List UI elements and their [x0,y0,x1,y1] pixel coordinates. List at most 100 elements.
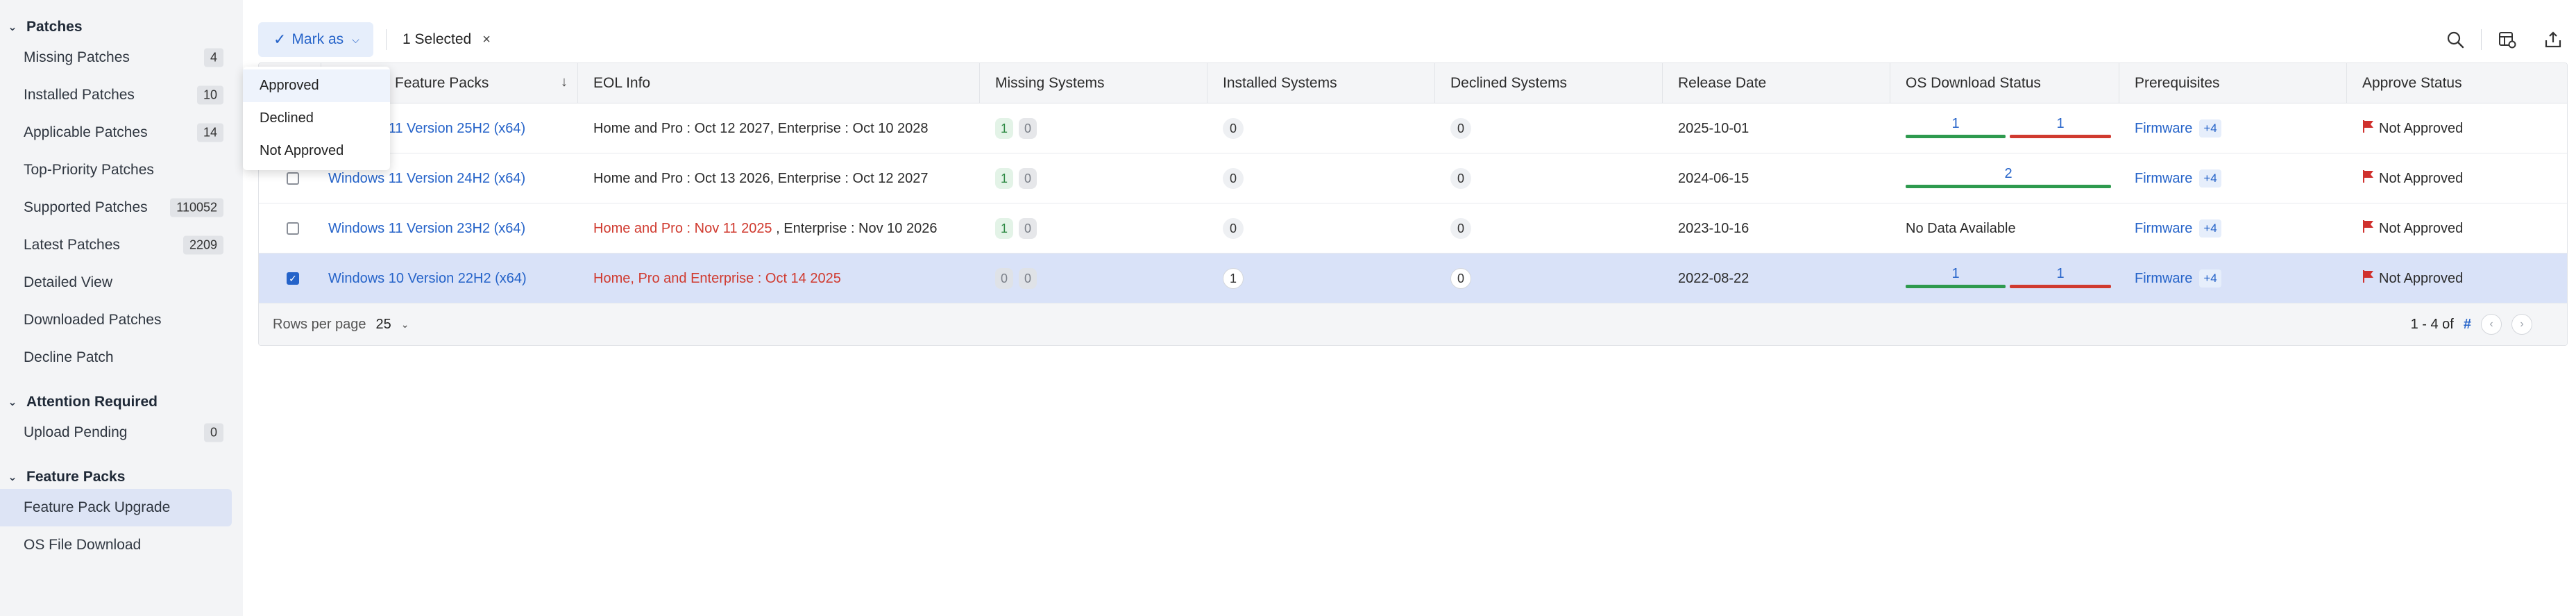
total-count-link[interactable]: # [2464,317,2471,333]
approve-cell: Not Approved [2347,253,2567,303]
sidebar-item-label: Downloaded Patches [24,312,162,328]
selection-indicator: 1 Selected × [402,22,491,57]
sidebar-item-detailed-view[interactable]: Detailed View [0,264,243,301]
os-download-bar[interactable]: 2 [1906,165,2111,192]
os-download-bar[interactable]: 1 1 [1906,265,2111,292]
rows-per-page-select[interactable]: 25 [376,317,391,333]
feature-pack-link[interactable]: Windows 11 Version 24H2 (x64) [328,171,525,187]
approve-status: Not Approved [2379,220,2464,236]
sidebar-item-feature-pack-upgrade[interactable]: Feature Pack Upgrade [0,489,232,526]
release-cell: 2024-06-15 [1663,153,1890,203]
approve-status: Not Approved [2379,270,2464,286]
section-patches[interactable]: ⌄ Patches [0,15,243,39]
os-download-bar[interactable]: 1 1 [1906,115,2111,142]
missing-count[interactable]: 1 [995,118,1013,139]
prereq-more-badge[interactable]: +4 [2199,219,2221,238]
header-eol-info[interactable]: EOL Info [578,63,980,103]
header-missing-systems[interactable]: Missing Systems [980,63,1208,103]
section-title: Feature Packs [26,469,126,485]
missing-secondary-count[interactable]: 0 [1019,168,1037,189]
declined-count[interactable]: 0 [1450,168,1471,189]
sidebar-item-missing-patches[interactable]: Missing Patches 4 [0,39,243,76]
os-success-count: 1 [1951,266,1960,281]
missing-count[interactable]: 1 [995,218,1013,239]
feature-pack-cell: Windows 11 Version 23H2 (x64) [321,203,578,253]
sidebar-item-label: Upload Pending [24,424,128,440]
prereq-cell: Firmware +4 [2119,253,2347,303]
approve-cell: Not Approved [2347,153,2567,203]
header-installed-systems[interactable]: Installed Systems [1208,63,1435,103]
prereq-link[interactable]: Firmware [2135,121,2192,137]
prev-page-button[interactable]: ‹ [2481,314,2502,335]
table-row[interactable]: Windows 11 Version 23H2 (x64) Home and P… [259,203,2567,253]
header-release-date[interactable]: Release Date [1663,63,1890,103]
chevron-down-icon[interactable]: ⌄ [401,319,409,331]
prereq-link[interactable]: Firmware [2135,271,2192,287]
os-failed-bar [2010,135,2111,138]
column-settings-icon[interactable] [2497,29,2518,50]
table-row[interactable]: Windows 11 Version 24H2 (x64) Home and P… [259,153,2567,203]
os-success-bar [1906,135,2006,138]
header-os-download-status[interactable]: OS Download Status [1890,63,2119,103]
prereq-more-badge[interactable]: +4 [2199,269,2221,288]
sidebar-item-installed-patches[interactable]: Installed Patches 10 [0,76,243,114]
menu-item-approved[interactable]: Approved [243,69,390,102]
check-icon: ✓ [273,31,287,48]
sidebar-item-applicable-patches[interactable]: Applicable Patches 14 [0,114,243,151]
sidebar-item-decline-patch[interactable]: Decline Patch [0,339,243,376]
missing-secondary-count[interactable]: 0 [1019,118,1037,139]
declined-count[interactable]: 0 [1450,118,1471,139]
declined-count[interactable]: 0 [1450,218,1471,239]
section-feature-packs[interactable]: ⌄ Feature Packs [0,465,243,489]
feature-pack-link[interactable]: Windows 11 Version 23H2 (x64) [328,221,525,237]
prereq-more-badge[interactable]: +4 [2199,119,2221,138]
row-checkbox[interactable] [287,222,299,235]
row-checkbox[interactable] [287,172,299,185]
menu-item-declined[interactable]: Declined [243,102,390,135]
header-label: Prerequisites [2135,75,2220,91]
sort-down-icon[interactable]: ↓ [561,74,568,90]
missing-secondary-count[interactable]: 0 [1019,268,1037,289]
installed-cell: 1 [1208,253,1435,303]
installed-count[interactable]: 0 [1223,118,1244,139]
installed-count[interactable]: 0 [1223,168,1244,189]
missing-count[interactable]: 0 [995,268,1013,289]
installed-count[interactable]: 1 [1223,268,1244,289]
header-declined-systems[interactable]: Declined Systems [1435,63,1663,103]
section-attention-required[interactable]: ⌄ Attention Required [0,390,243,414]
sidebar-item-os-file-download[interactable]: OS File Download [0,526,243,564]
os-download-cell: 1 1 [1890,103,2119,153]
sidebar-item-latest-patches[interactable]: Latest Patches 2209 [0,226,243,264]
mark-as-button[interactable]: ✓ Mark as ⌵ [258,22,373,57]
missing-secondary-count[interactable]: 0 [1019,218,1037,239]
sidebar-item-supported-patches[interactable]: Supported Patches 110052 [0,189,243,226]
clear-selection-icon[interactable]: × [482,32,491,48]
table-row[interactable]: ✓ Windows 10 Version 22H2 (x64) Home, Pr… [259,253,2567,303]
sidebar-item-label: Installed Patches [24,87,135,103]
count-badge: 14 [196,123,223,142]
header-prerequisites[interactable]: Prerequisites [2119,63,2347,103]
next-page-button[interactable]: › [2511,314,2532,335]
feature-pack-link[interactable]: Windows 10 Version 22H2 (x64) [328,271,527,287]
sidebar-item-top-priority-patches[interactable]: Top-Priority Patches [0,151,243,189]
search-icon[interactable] [2445,29,2466,50]
row-checkbox[interactable]: ✓ [287,272,299,285]
missing-count[interactable]: 1 [995,168,1013,189]
sidebar-item-label: Supported Patches [24,199,148,215]
prereq-link[interactable]: Firmware [2135,221,2192,237]
menu-item-not-approved[interactable]: Not Approved [243,135,390,167]
header-label: Missing Systems [995,75,1105,91]
table-row[interactable]: Windows 11 Version 25H2 (x64) Home and P… [259,103,2567,153]
prereq-more-badge[interactable]: +4 [2199,169,2221,188]
os-failed-count: 1 [2056,116,2065,131]
declined-count[interactable]: 0 [1450,268,1471,289]
sidebar-item-downloaded-patches[interactable]: Downloaded Patches [0,301,243,339]
sidebar-item-label: Top-Priority Patches [24,162,154,178]
prereq-link[interactable]: Firmware [2135,171,2192,187]
selected-count: 1 Selected [402,31,472,47]
installed-count[interactable]: 0 [1223,218,1244,239]
eol-cell: Home and Pro : Oct 12 2027, Enterprise :… [578,103,980,153]
header-approve-status[interactable]: Approve Status [2347,63,2567,103]
sidebar-item-upload-pending[interactable]: Upload Pending 0 [0,414,243,451]
export-icon[interactable] [2543,29,2564,50]
